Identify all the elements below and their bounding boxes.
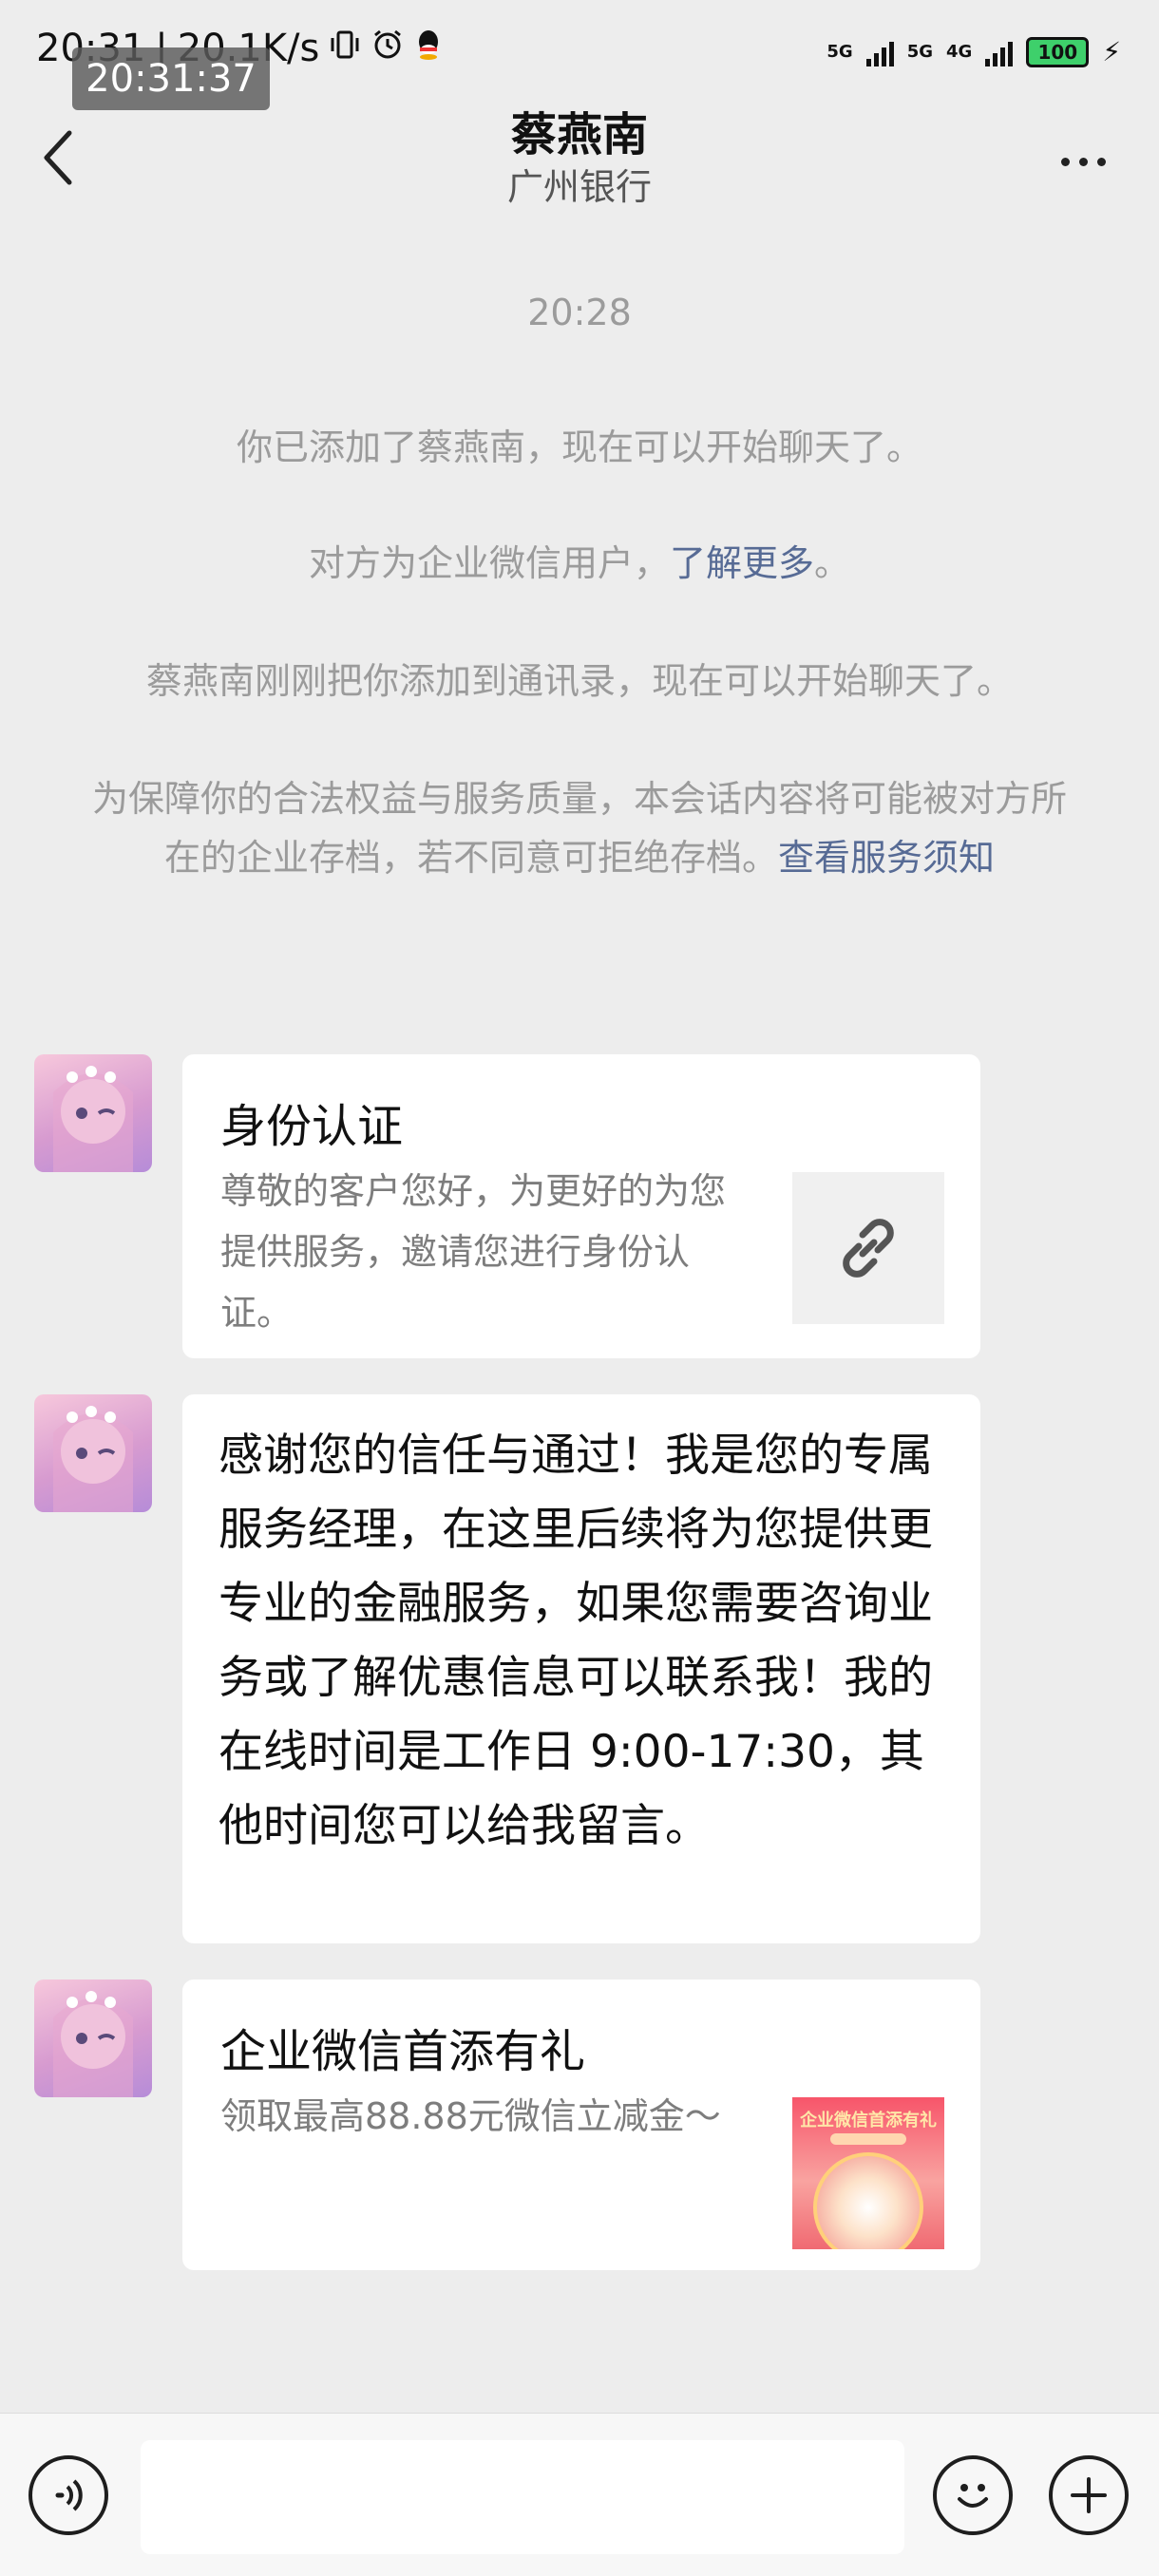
promo-card-message[interactable]: 企业微信首添有礼 领取最高88.88元微信立减金～ 企业微信首添有礼 xyxy=(182,1979,980,2270)
enterprise-suffix: 。 xyxy=(814,542,851,584)
link-card-thumbnail xyxy=(792,1172,944,1324)
system-msg-enterprise: 对方为企业微信用户，了解更多。 xyxy=(57,534,1102,593)
learn-more-link[interactable]: 了解更多 xyxy=(670,542,814,584)
system-msg-added: 你已添加了蔡燕南，现在可以开始聊天了。 xyxy=(236,426,922,468)
promo-thumb-chip xyxy=(830,2133,906,2145)
more-dots-icon xyxy=(1060,157,1106,166)
promo-card-description: 领取最高88.88元微信立减金～ xyxy=(220,2095,721,2137)
contact-name: 蔡燕南 xyxy=(510,108,648,161)
service-notice-link[interactable]: 查看服务须知 xyxy=(778,837,995,879)
link-card-title: 身份认证 xyxy=(220,1100,404,1153)
promo-card-title: 企业微信首添有礼 xyxy=(220,2025,586,2078)
input-bar xyxy=(0,2413,1159,2576)
promo-thumb-title: 企业微信首添有礼 xyxy=(800,2111,937,2131)
link-icon xyxy=(843,1219,894,1278)
net-5g-label-2: 5G xyxy=(906,42,934,62)
system-msg-contact-added: 蔡燕南刚刚把你添加到通讯录，现在可以开始聊天了。 xyxy=(145,660,1013,702)
net-type-label: 4G xyxy=(946,42,973,62)
enterprise-text: 对方为企业微信用户， xyxy=(308,542,670,584)
avatar[interactable] xyxy=(34,1054,152,1172)
prize-wheel-icon xyxy=(813,2152,923,2249)
emoji-icon xyxy=(958,2484,988,2508)
signal-icon xyxy=(865,38,894,66)
status-bar: 20:31 | 20.1K/s 20:31:37 5G 5G 4G 100 ⚡ xyxy=(0,0,1159,110)
more-button[interactable] xyxy=(1045,133,1121,190)
vibrate-icon xyxy=(329,28,361,69)
avatar[interactable] xyxy=(34,1979,152,2097)
link-card-description: 尊敬的客户您好，为更好的为您提供服务，邀请您进行身份认证。 xyxy=(220,1170,727,1334)
system-msg-archive: 为保障你的合法权益与服务质量，本会话内容将可能被对方所在的企业存档，若不同意可拒… xyxy=(86,769,1074,887)
promo-card-thumbnail: 企业微信首添有礼 xyxy=(792,2097,944,2249)
plus-button[interactable] xyxy=(1049,2455,1129,2535)
text-message[interactable]: 感谢您的信任与通过！我是您的专属服务经理，在这里后续将为您提供更专业的金融服务，… xyxy=(182,1394,980,1943)
contact-company: 广州银行 xyxy=(506,166,652,208)
avatar-image xyxy=(53,1991,133,2097)
voice-button[interactable] xyxy=(28,2455,108,2535)
message-input[interactable] xyxy=(141,2440,904,2554)
signal-icon-2 xyxy=(985,38,1014,66)
net-5g-label-1: 5G xyxy=(826,42,853,62)
battery-icon: 100 xyxy=(1026,36,1090,67)
alarm-icon xyxy=(370,28,405,70)
chat-timestamp: 20:28 xyxy=(527,292,632,333)
avatar-image xyxy=(53,1406,133,1512)
status-right: 5G 5G 4G 100 ⚡ xyxy=(826,36,1121,67)
message-text: 感谢您的信任与通过！我是您的专属服务经理，在这里后续将为您提供更专业的金融服务，… xyxy=(218,1430,933,1852)
voice-icon xyxy=(55,2479,83,2511)
link-card-message[interactable]: 身份认证 尊敬的客户您好，为更好的为您提供服务，邀请您进行身份认证。 xyxy=(182,1054,980,1358)
avatar[interactable] xyxy=(34,1394,152,1512)
emoji-button[interactable] xyxy=(933,2455,1013,2535)
chat-header: 蔡燕南 广州银行 xyxy=(0,85,1159,218)
charging-icon: ⚡ xyxy=(1102,36,1121,67)
avatar-image xyxy=(53,1066,133,1172)
plus-icon xyxy=(1071,2477,1107,2513)
qq-icon xyxy=(414,28,443,69)
